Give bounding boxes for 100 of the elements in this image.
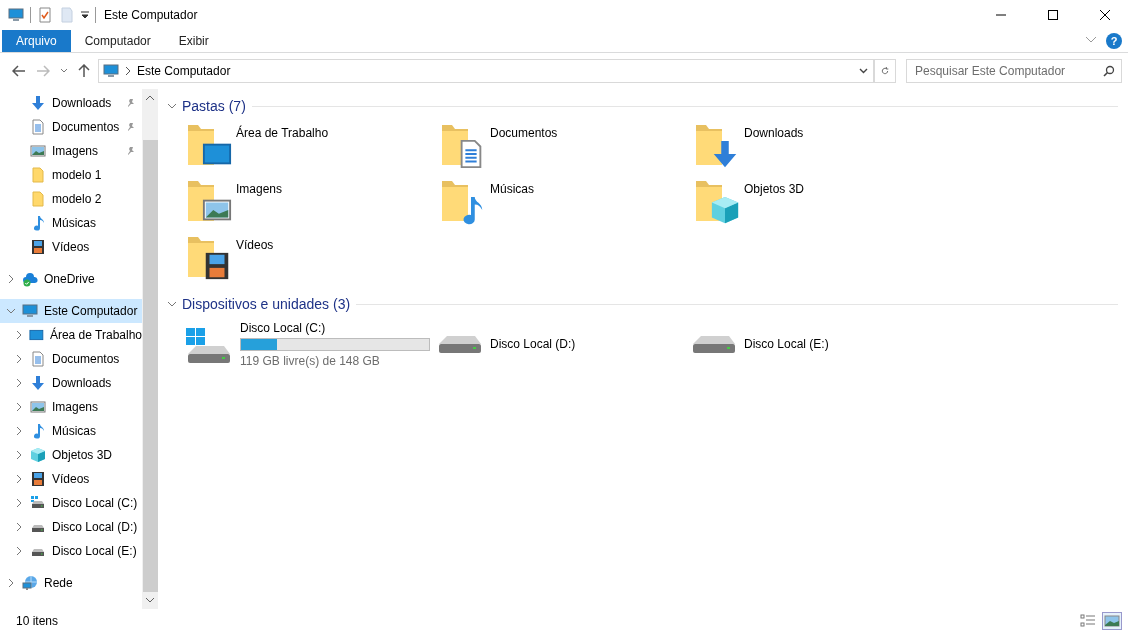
breadcrumb-chevron-icon[interactable]	[125, 67, 131, 75]
tree-row[interactable]: Vídeos	[0, 235, 142, 259]
up-button[interactable]	[76, 62, 92, 80]
expand-chevron-icon[interactable]	[15, 475, 23, 483]
expand-chevron-icon[interactable]	[7, 275, 15, 283]
search-field[interactable]: Pesquisar Este Computador	[906, 59, 1122, 83]
pin-icon[interactable]	[126, 146, 136, 156]
folder-label[interactable]: Músicas	[490, 177, 534, 196]
folder-label[interactable]: Vídeos	[236, 233, 274, 252]
group-header[interactable]: Pastas (7)	[182, 98, 246, 114]
ribbon-tab[interactable]: Exibir	[164, 30, 223, 52]
expand-chevron-icon[interactable]	[15, 523, 23, 531]
tree-row[interactable]: modelo 1	[0, 163, 142, 187]
folder-label[interactable]: Objetos 3D	[744, 177, 805, 196]
expand-chevron-icon[interactable]	[7, 579, 15, 587]
drive-windows-icon	[30, 495, 46, 511]
drive-label[interactable]: Disco Local (D:)	[490, 337, 576, 351]
tree-item-label: Disco Local (E:)	[52, 544, 137, 558]
computer-icon	[103, 63, 119, 79]
expand-chevron-icon[interactable]	[15, 427, 23, 435]
tree-row[interactable]: Disco Local (D:)	[0, 515, 142, 539]
tree-item-label: Downloads	[52, 376, 112, 390]
selected-tree-row[interactable]: Este Computador	[0, 299, 142, 323]
tree-row[interactable]: Disco Local (C:)	[0, 491, 142, 515]
tree-item-label: Imagens	[52, 144, 99, 158]
tree-item-label: modelo 2	[52, 192, 102, 206]
tree-item-label: Músicas	[52, 216, 96, 230]
address-dropdown-icon[interactable]	[859, 68, 868, 74]
cube-icon	[30, 447, 46, 463]
expand-chevron-icon[interactable]	[15, 355, 23, 363]
expand-chevron-icon[interactable]	[15, 451, 23, 459]
tree-row[interactable]: Vídeos	[0, 467, 142, 491]
expand-ribbon-icon[interactable]	[1086, 37, 1096, 43]
tree-item-label: Disco Local (C:)	[52, 496, 138, 510]
tree-row[interactable]: Documentos	[0, 115, 142, 139]
large-icons-view-button[interactable]	[1102, 612, 1122, 630]
expand-chevron-icon[interactable]	[14, 331, 23, 339]
tree-item-label: Imagens	[52, 400, 99, 414]
tree-item-label: Rede	[44, 576, 73, 590]
tree-row[interactable]: Imagens	[0, 139, 142, 163]
help-button[interactable]: ?	[1106, 33, 1122, 49]
folder-label[interactable]: Imagens	[236, 177, 283, 196]
tree-row[interactable]: Músicas	[0, 211, 142, 235]
collapse-chevron-icon[interactable]	[7, 307, 15, 315]
tree-row[interactable]: Área de Trabalho	[0, 323, 142, 347]
document-icon	[30, 351, 46, 367]
maximize-icon[interactable]	[1048, 10, 1058, 20]
folder-label[interactable]: Downloads	[744, 121, 804, 140]
pin-icon[interactable]	[126, 122, 136, 132]
expand-chevron-icon[interactable]	[15, 547, 23, 555]
back-button[interactable]	[10, 63, 28, 79]
tree-item-label: Documentos	[52, 120, 120, 134]
close-icon[interactable]	[1100, 10, 1110, 20]
tree-item-label: Área de Trabalho	[49, 328, 142, 342]
tree-item-label: Músicas	[52, 424, 96, 438]
drive-icon	[692, 334, 736, 354]
drive-label[interactable]: Disco Local (E:)	[744, 337, 829, 351]
tree-item-label: Documentos	[52, 352, 120, 366]
properties-icon[interactable]	[37, 7, 53, 23]
refresh-icon[interactable]	[881, 65, 889, 77]
folder-label[interactable]: Área de Trabalho	[236, 121, 329, 140]
computer-icon	[22, 303, 38, 319]
tree-row[interactable]: OneDrive	[0, 267, 142, 291]
tree-item-label: Este Computador	[44, 304, 138, 318]
tree-row[interactable]: Downloads	[0, 371, 142, 395]
drive-label[interactable]: Disco Local (C:)	[240, 320, 430, 335]
expand-chevron-icon[interactable]	[15, 499, 23, 507]
collapse-chevron-icon[interactable]	[168, 300, 176, 308]
download-icon	[30, 375, 46, 391]
collapse-chevron-icon[interactable]	[168, 102, 176, 110]
tree-item-label: modelo 1	[52, 168, 102, 182]
tree-row[interactable]: Rede	[0, 571, 142, 595]
customize-dropdown-icon[interactable]	[81, 11, 89, 19]
recent-locations-chevron-icon[interactable]	[60, 68, 68, 74]
folder-label[interactable]: Documentos	[490, 121, 558, 140]
ribbon-tab[interactable]: Computador	[70, 30, 165, 52]
group-header[interactable]: Dispositivos e unidades (3)	[182, 296, 351, 312]
ribbon-tab[interactable]: Arquivo	[2, 30, 71, 52]
tree-row[interactable]: Músicas	[0, 419, 142, 443]
refresh-button[interactable]	[874, 59, 896, 83]
tree-item-label: Downloads	[52, 96, 112, 110]
tree-row[interactable]: Objetos 3D	[0, 443, 142, 467]
free-space-text: 119 GB livre(s) de 148 GB	[240, 353, 381, 368]
search-icon[interactable]	[1103, 65, 1115, 77]
tree-row[interactable]: Imagens	[0, 395, 142, 419]
tree-row[interactable]: Documentos	[0, 347, 142, 371]
window-title: Este Computador	[104, 8, 198, 22]
tree-item-label: OneDrive	[44, 272, 95, 286]
video-icon	[30, 471, 46, 487]
tree-row[interactable]: modelo 2	[0, 187, 142, 211]
pin-icon[interactable]	[126, 98, 136, 108]
tree-row[interactable]: Downloads	[0, 91, 142, 115]
download-icon	[30, 95, 46, 111]
expand-chevron-icon[interactable]	[15, 379, 23, 387]
details-view-button[interactable]	[1078, 612, 1098, 630]
address-field[interactable]: Este Computador	[98, 59, 874, 83]
tree-row[interactable]: Disco Local (E:)	[0, 539, 142, 563]
scrollbar-thumb[interactable]	[142, 140, 158, 592]
tree-item-label: Vídeos	[52, 240, 90, 254]
expand-chevron-icon[interactable]	[15, 403, 23, 411]
